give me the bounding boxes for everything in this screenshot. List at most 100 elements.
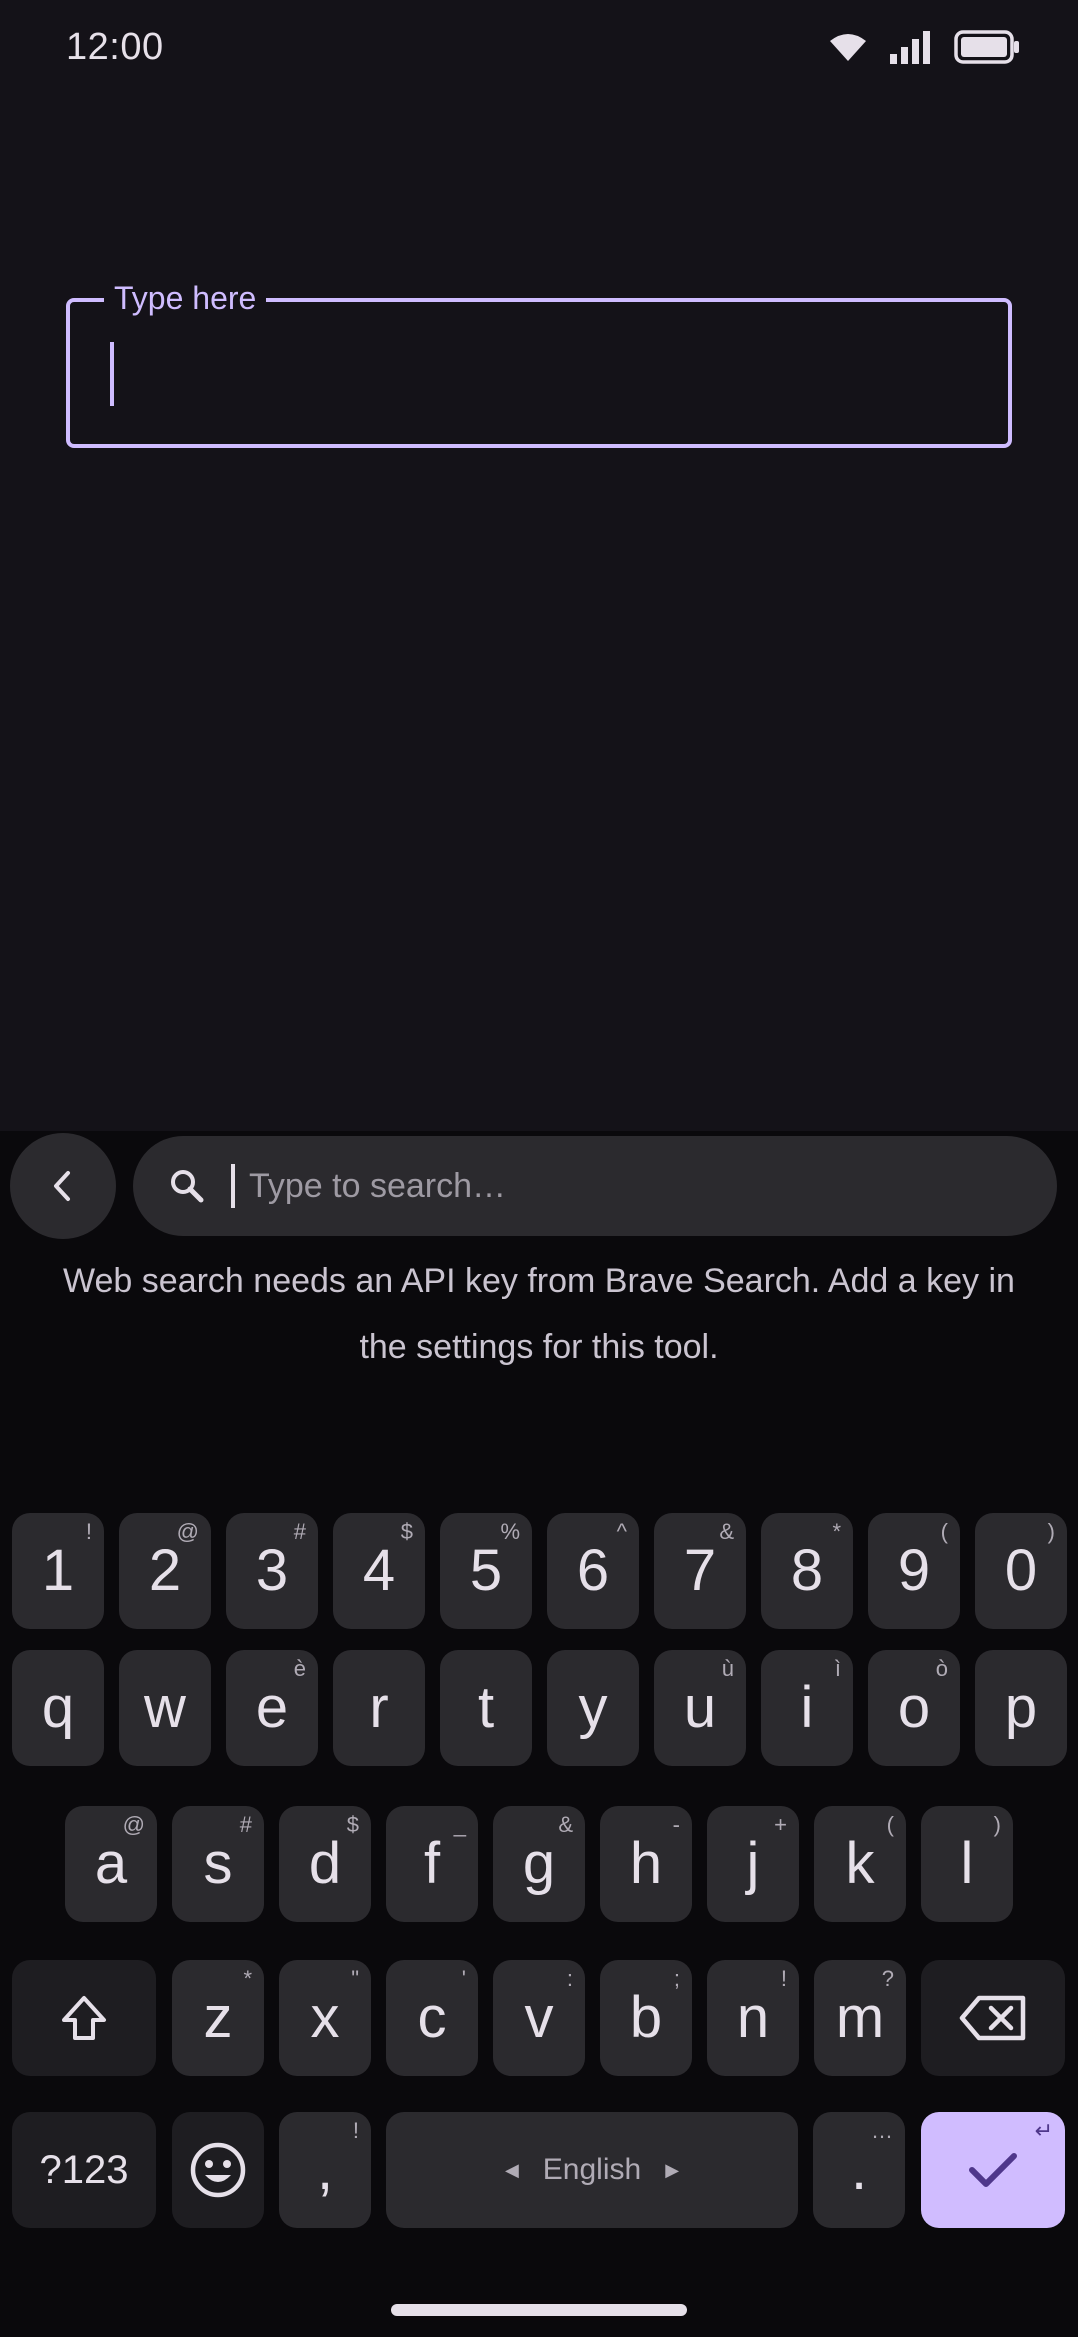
key-label: c	[417, 1985, 447, 2050]
key-a[interactable]: @ a	[65, 1806, 157, 1922]
symbols-key[interactable]: ?123	[12, 2112, 156, 2228]
key-label: 1	[41, 1538, 75, 1603]
key-e[interactable]: èe	[226, 1650, 318, 1766]
key-m[interactable]: ? m	[814, 1960, 906, 2076]
key-hint: *	[243, 1966, 252, 1991]
period-key-label: .	[850, 2137, 868, 2202]
key-label: 5	[469, 1538, 503, 1603]
text-input-field[interactable]	[66, 298, 1012, 448]
key-hint: *	[832, 1519, 841, 1544]
key-hint: (	[886, 1812, 894, 1837]
key-l[interactable]: ) l	[921, 1806, 1013, 1922]
key-d[interactable]: $ d	[279, 1806, 371, 1922]
key-label: o	[897, 1675, 931, 1740]
key-1[interactable]: ! 1	[12, 1513, 104, 1629]
key-label: r	[369, 1675, 389, 1740]
key-label: s	[203, 1831, 233, 1896]
key-0[interactable]: ) 0	[975, 1513, 1067, 1629]
key-hint: &	[558, 1812, 573, 1837]
key-label: a	[94, 1831, 128, 1896]
key-label: d	[308, 1831, 342, 1896]
comma-key-hint: !	[352, 2118, 359, 2143]
period-key-hint: …	[871, 2118, 893, 2143]
key-q[interactable]: q	[12, 1650, 104, 1766]
shift-key[interactable]	[12, 1960, 156, 2076]
key-label: x	[310, 1985, 340, 2050]
search-cursor	[231, 1164, 235, 1208]
web-search-notice: Web search needs an API key from Brave S…	[63, 1262, 1015, 1366]
chevron-left-icon	[54, 1171, 70, 1201]
key-7[interactable]: & 7	[654, 1513, 746, 1629]
key-s[interactable]: # s	[172, 1806, 264, 1922]
key-hint: (	[940, 1519, 948, 1544]
key-8[interactable]: * 8	[761, 1513, 853, 1629]
key-y[interactable]: y	[547, 1650, 639, 1766]
check-icon	[969, 2153, 1017, 2187]
key-c[interactable]: ' c	[386, 1960, 478, 2076]
key-n[interactable]: ! n	[707, 1960, 799, 2076]
backspace-key[interactable]	[921, 1960, 1065, 2076]
key-label: u	[683, 1675, 717, 1740]
key-p[interactable]: p	[975, 1650, 1067, 1766]
home-indicator[interactable]	[391, 2304, 687, 2316]
key-i[interactable]: ìi	[761, 1650, 853, 1766]
key-u[interactable]: ùu	[654, 1650, 746, 1766]
key-2[interactable]: @2	[119, 1513, 211, 1629]
key-5[interactable]: % 5	[440, 1513, 532, 1629]
key-j[interactable]: + j	[707, 1806, 799, 1922]
key-t[interactable]: t	[440, 1650, 532, 1766]
key-hint: ;	[673, 1966, 680, 1991]
key-hint: +	[774, 1812, 787, 1837]
enter-key[interactable]: ↵	[921, 2112, 1065, 2228]
key-6[interactable]: ^ 6	[547, 1513, 639, 1629]
key-f[interactable]: _ f	[386, 1806, 478, 1922]
key-label: f	[423, 1831, 441, 1896]
search-placeholder: Type to search…	[249, 1167, 507, 1205]
space-key[interactable]: ◀ English ▶	[386, 2112, 798, 2228]
symbols-key-label: ?123	[39, 2148, 129, 2192]
period-key[interactable]: … .	[813, 2112, 905, 2228]
key-hint: $	[400, 1519, 413, 1544]
key-label: h	[629, 1831, 663, 1896]
key-x[interactable]: " x	[279, 1960, 371, 2076]
key-label: i	[800, 1675, 814, 1740]
key-9[interactable]: (9	[868, 1513, 960, 1629]
key-label: 3	[255, 1538, 289, 1603]
key-hint: )	[1047, 1519, 1055, 1544]
emoji-icon	[190, 2142, 246, 2198]
key-hint: -	[672, 1812, 680, 1837]
key-o[interactable]: òo	[868, 1650, 960, 1766]
key-label: 4	[362, 1538, 396, 1603]
status-bar: 12:00	[0, 0, 1078, 96]
status-icons	[828, 30, 1020, 64]
shift-icon	[62, 1996, 106, 2040]
key-hint: '	[461, 1966, 466, 1991]
key-hint: #	[293, 1519, 306, 1544]
key-label: g	[522, 1831, 556, 1896]
key-label: v	[524, 1985, 554, 2050]
comma-key[interactable]: ! ,	[279, 2112, 371, 2228]
key-hint: !	[85, 1519, 92, 1544]
key-3[interactable]: #3	[226, 1513, 318, 1629]
key-r[interactable]: r	[333, 1650, 425, 1766]
key-4[interactable]: $4	[333, 1513, 425, 1629]
key-hint: "	[351, 1966, 359, 1991]
key-b[interactable]: ; b	[600, 1960, 692, 2076]
comma-key-label: ,	[316, 2137, 334, 2202]
key-label: w	[144, 1675, 186, 1740]
key-v[interactable]: :v	[493, 1960, 585, 2076]
space-right-arrow-icon: ▶	[665, 2159, 680, 2180]
key-label: 9	[897, 1538, 931, 1603]
backspace-icon	[959, 1995, 1026, 2041]
key-hint: @	[176, 1519, 199, 1544]
key-z[interactable]: * z	[172, 1960, 264, 2076]
key-label: b	[629, 1985, 663, 2050]
key-h[interactable]: -h	[600, 1806, 692, 1922]
search-input[interactable]: Type to search…	[133, 1136, 1057, 1236]
key-g[interactable]: & g	[493, 1806, 585, 1922]
key-k[interactable]: (k	[814, 1806, 906, 1922]
key-w[interactable]: w	[119, 1650, 211, 1766]
emoji-key[interactable]	[172, 2112, 264, 2228]
key-hint: ì	[834, 1656, 841, 1681]
back-button[interactable]	[10, 1133, 116, 1239]
